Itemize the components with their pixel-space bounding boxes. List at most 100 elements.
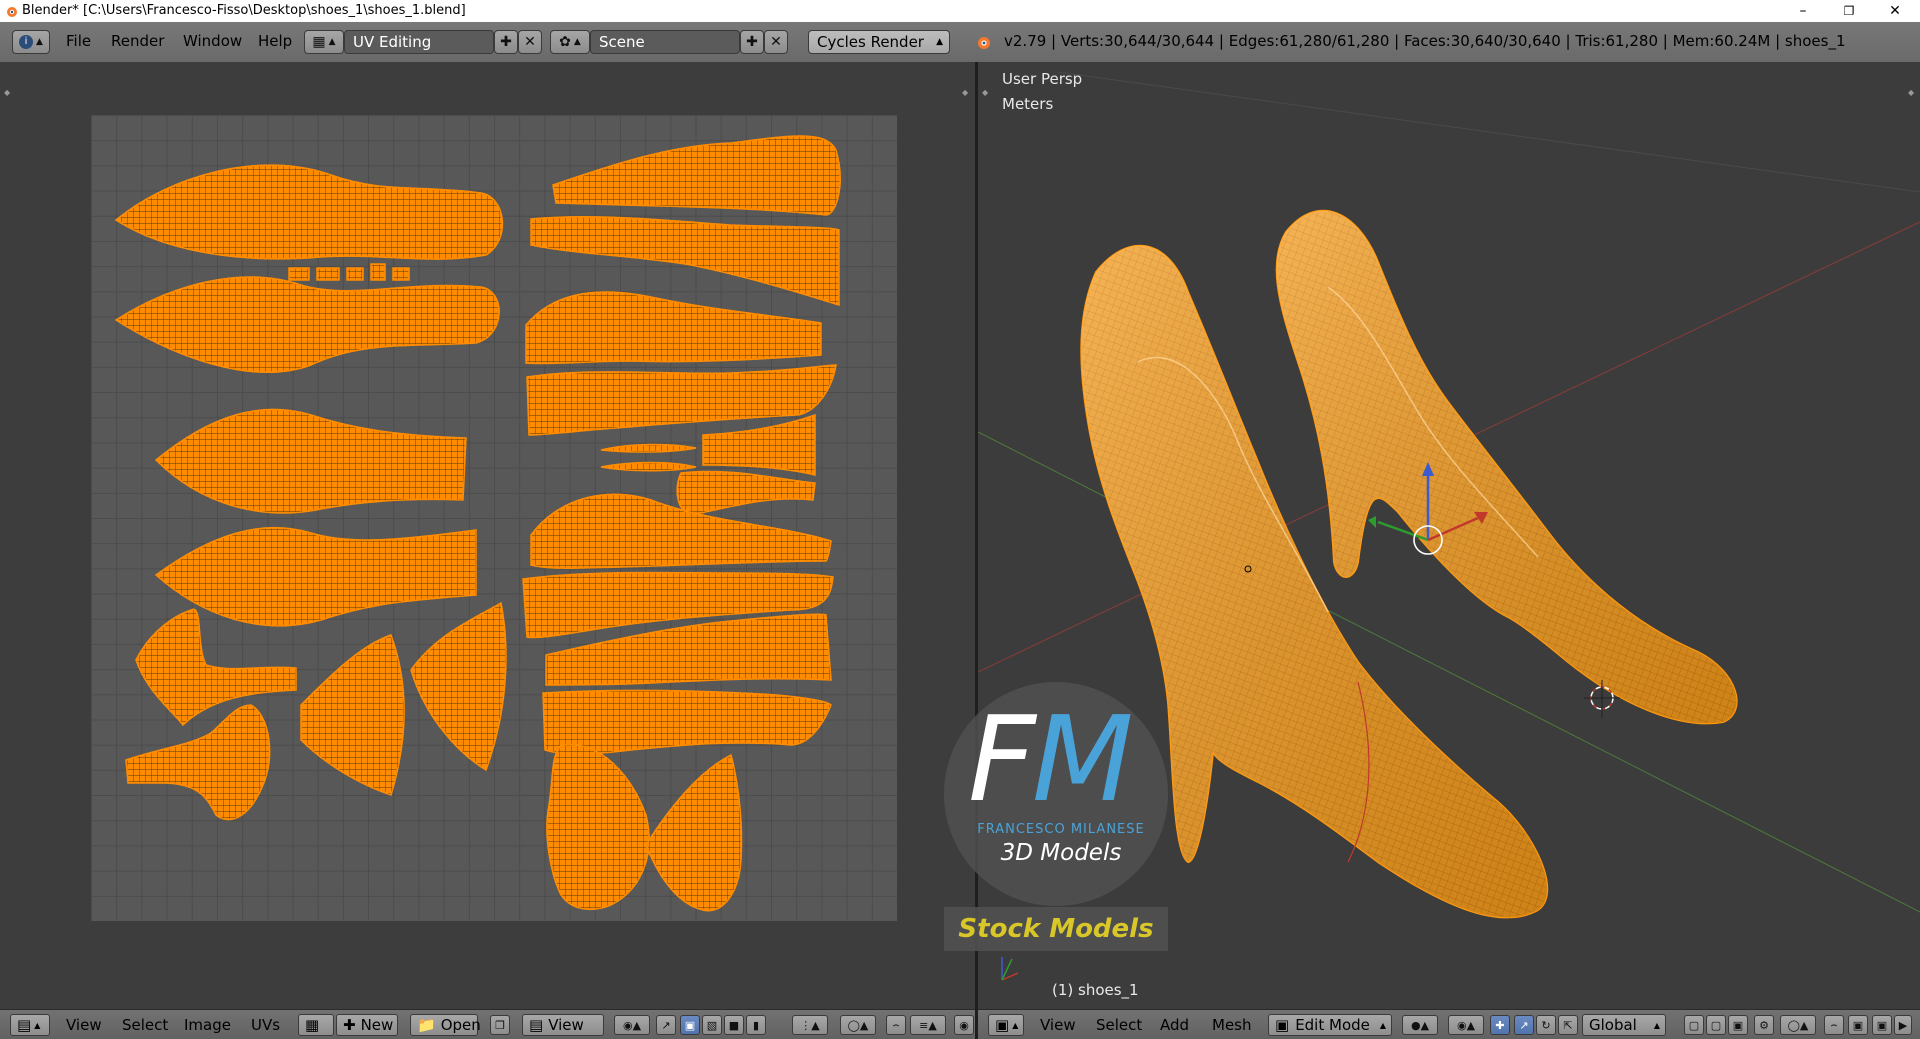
object-name-label: (1) shoes_1 bbox=[1052, 981, 1139, 999]
scene-selector[interactable]: ✿ ▲ bbox=[550, 30, 590, 54]
manipulator-toggle-icon[interactable]: ✚ bbox=[1490, 1015, 1510, 1035]
menu-file[interactable]: File bbox=[66, 32, 91, 50]
axis-orientation-widget bbox=[1001, 957, 1019, 981]
uv-islands[interactable] bbox=[91, 115, 897, 921]
chevron-updown-icon: ▲ bbox=[1653, 1020, 1660, 1030]
add-screen-button[interactable]: ✚ bbox=[494, 30, 518, 54]
menu-render[interactable]: Render bbox=[111, 32, 164, 50]
island-select-icon[interactable]: ▮ bbox=[746, 1015, 766, 1035]
new-image-label: New bbox=[360, 1016, 394, 1034]
uv-island-upper bbox=[525, 291, 822, 365]
view-mode-dropdown[interactable]: ▤ View bbox=[522, 1014, 604, 1036]
transform-orientation-dropdown[interactable]: Global ▲ bbox=[1582, 1014, 1666, 1036]
vp-menu-view[interactable]: View bbox=[1040, 1016, 1076, 1034]
chevron-updown-icon: ▲ bbox=[1379, 1020, 1386, 1030]
vertex-select-icon[interactable]: ▣ bbox=[680, 1015, 700, 1035]
uv-image-editor[interactable]: ◆ ◆ bbox=[0, 62, 975, 1009]
snap-icon[interactable]: ⌢ bbox=[1824, 1015, 1844, 1035]
edit-mode-icon: ▣ bbox=[1275, 1016, 1290, 1034]
snap-element-icon[interactable]: ▣ bbox=[1848, 1015, 1868, 1035]
uv-editor-header: ▤ ▲ View Select Image UVs ▦ ✚ New 📁 Open ❒ … bbox=[0, 1009, 975, 1039]
render-engine-dropdown[interactable]: Cycles Render ▲ bbox=[808, 30, 950, 54]
uv-island-strap bbox=[702, 413, 816, 476]
render-slot-icon[interactable]: ◉ bbox=[954, 1015, 974, 1035]
pivot-point-icon[interactable]: ◉▲ bbox=[1448, 1015, 1484, 1035]
scale-manipulator-icon[interactable]: ⇱ bbox=[1558, 1015, 1578, 1035]
snap-element-icon[interactable]: ≡▲ bbox=[910, 1015, 946, 1035]
proportional-edit-icon[interactable]: ◯▲ bbox=[1780, 1015, 1816, 1035]
chevron-updown-icon: ▲ bbox=[936, 37, 943, 47]
uv-menu-image[interactable]: Image bbox=[184, 1016, 231, 1034]
open-image-button[interactable]: 📁 Open bbox=[410, 1014, 481, 1036]
edge-select-icon[interactable]: ▧ bbox=[702, 1015, 722, 1035]
pivot-icon[interactable]: ◉▲ bbox=[614, 1015, 650, 1035]
watermark-banner: Stock Models bbox=[944, 907, 1168, 951]
cursor-select-icon[interactable]: ↗ bbox=[656, 1015, 676, 1035]
image-browse-button[interactable]: ▦ bbox=[298, 1014, 334, 1036]
window-title: Blender* [C:\Users\Francesco-Fisso\Deskt… bbox=[22, 3, 466, 18]
scene-field[interactable]: Scene bbox=[590, 30, 740, 54]
layer-icon[interactable]: ▢ bbox=[1684, 1015, 1704, 1035]
close-button[interactable]: ✕ bbox=[1872, 0, 1918, 22]
vp-menu-select[interactable]: Select bbox=[1096, 1016, 1142, 1034]
uv-island-small bbox=[346, 267, 364, 281]
gear-icon[interactable]: ⚙ bbox=[1754, 1015, 1774, 1035]
restore-button[interactable]: ❐ bbox=[1826, 0, 1872, 22]
editor-type-info-button[interactable]: i ▲ bbox=[12, 30, 50, 54]
remove-screen-button[interactable]: ✕ bbox=[518, 30, 542, 54]
region-toggle-icon[interactable]: ◆ bbox=[962, 88, 970, 97]
snap-icon[interactable]: ⌢ bbox=[886, 1015, 906, 1035]
uv-island-small bbox=[370, 263, 386, 281]
menu-window[interactable]: Window bbox=[183, 32, 242, 50]
image-editor-icon: ▤ bbox=[17, 1016, 32, 1034]
x-icon: ✕ bbox=[524, 34, 536, 50]
chevron-updown-icon: ▲ bbox=[36, 37, 43, 47]
new-image-button[interactable]: ✚ New bbox=[336, 1014, 398, 1036]
scene-icon: ✿ bbox=[559, 34, 571, 50]
uv-menu-view[interactable]: View bbox=[66, 1016, 102, 1034]
watermark-logo-f: F bbox=[968, 690, 1036, 828]
window-titlebar: Blender* [C:\Users\Francesco-Fisso\Deskt… bbox=[0, 0, 1920, 22]
scene-stats: v2.79 | Verts:30,644/30,644 | Edges:61,2… bbox=[1004, 32, 1846, 50]
uv-island-small bbox=[392, 267, 410, 281]
layer-icon[interactable]: ▢ bbox=[1706, 1015, 1726, 1035]
chevron-updown-icon: ▲ bbox=[573, 37, 581, 47]
screen-layout-field[interactable]: UV Editing bbox=[344, 30, 494, 54]
menu-help[interactable]: Help bbox=[258, 32, 292, 50]
proportional-edit-icon[interactable]: ◯▲ bbox=[840, 1015, 876, 1035]
uv-grid-canvas[interactable] bbox=[91, 115, 897, 921]
sticky-mode-icon[interactable]: ⋮▲ bbox=[792, 1015, 828, 1035]
open-image-label: Open bbox=[440, 1016, 481, 1034]
remove-scene-button[interactable]: ✕ bbox=[764, 30, 788, 54]
minimize-button[interactable]: – bbox=[1780, 0, 1826, 22]
editor-type-button[interactable]: ▤ ▲ bbox=[10, 1014, 50, 1036]
viewport-shading-icon[interactable]: ●▲ bbox=[1402, 1015, 1438, 1035]
more-icon[interactable]: ▶ bbox=[1894, 1015, 1912, 1035]
rotate-manipulator-icon[interactable]: ↻ bbox=[1536, 1015, 1556, 1035]
uv-island-upper bbox=[542, 689, 832, 755]
add-scene-button[interactable]: ✚ bbox=[740, 30, 764, 54]
view-mode-label: View bbox=[548, 1016, 584, 1034]
layer-icon[interactable]: ▣ bbox=[1728, 1015, 1748, 1035]
layout-grid-icon: ▦ bbox=[312, 34, 326, 50]
pin-icon[interactable]: ❒ bbox=[490, 1015, 510, 1035]
face-select-icon[interactable]: ■ bbox=[724, 1015, 744, 1035]
uv-island-counter bbox=[410, 601, 507, 772]
blender-logo-icon bbox=[7, 7, 17, 17]
editor-type-button[interactable]: ▣ ▲ bbox=[988, 1014, 1024, 1036]
render-icon[interactable]: ▣ bbox=[1872, 1015, 1892, 1035]
vp-menu-mesh[interactable]: Mesh bbox=[1212, 1016, 1252, 1034]
uv-menu-uvs[interactable]: UVs bbox=[251, 1016, 280, 1034]
uv-island-sole bbox=[114, 164, 503, 260]
chevron-updown-icon: ▲ bbox=[34, 1020, 41, 1030]
mode-dropdown[interactable]: ▣ Edit Mode ▲ bbox=[1268, 1014, 1392, 1036]
screen-layout-selector[interactable]: ▦ ▲ bbox=[304, 30, 344, 54]
uv-island-upper bbox=[552, 135, 841, 216]
translate-manipulator-icon[interactable]: ↗ bbox=[1514, 1015, 1534, 1035]
uv-island-heel bbox=[125, 704, 271, 821]
uv-island-heel bbox=[135, 608, 297, 727]
uv-menu-select[interactable]: Select bbox=[122, 1016, 168, 1034]
vp-menu-add[interactable]: Add bbox=[1160, 1016, 1189, 1034]
image-browse-icon: ▦ bbox=[305, 1016, 320, 1034]
region-toggle-icon[interactable]: ◆ bbox=[4, 88, 12, 97]
